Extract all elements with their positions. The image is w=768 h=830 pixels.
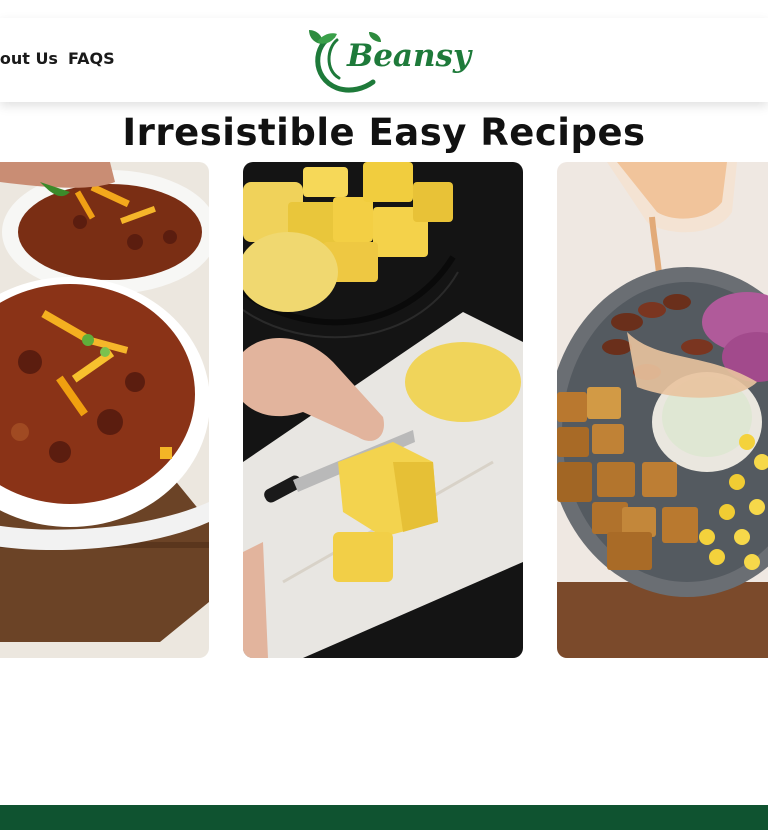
recipe-card-bean-bowl[interactable] bbox=[557, 162, 768, 658]
recipe-card-chili[interactable] bbox=[0, 162, 209, 658]
logo-wordmark: Beansy bbox=[347, 38, 472, 74]
footer-band bbox=[0, 805, 768, 830]
nav-faqs[interactable]: FAQS bbox=[68, 49, 115, 69]
brand-logo[interactable]: Beansy bbox=[303, 24, 471, 96]
recipe-card-potatoes[interactable] bbox=[243, 162, 523, 658]
page: Irresistible Easy Recipes About Us FAQS … bbox=[0, 0, 768, 830]
bean-bowl-photo bbox=[557, 162, 768, 658]
chili-photo bbox=[0, 162, 209, 658]
potatoes-photo bbox=[243, 162, 523, 658]
site-header: About Us FAQS Beansy bbox=[0, 18, 768, 102]
top-strip bbox=[0, 0, 768, 18]
section-title: Irresistible Easy Recipes bbox=[122, 110, 646, 154]
nav-about-us[interactable]: About Us bbox=[0, 49, 58, 69]
